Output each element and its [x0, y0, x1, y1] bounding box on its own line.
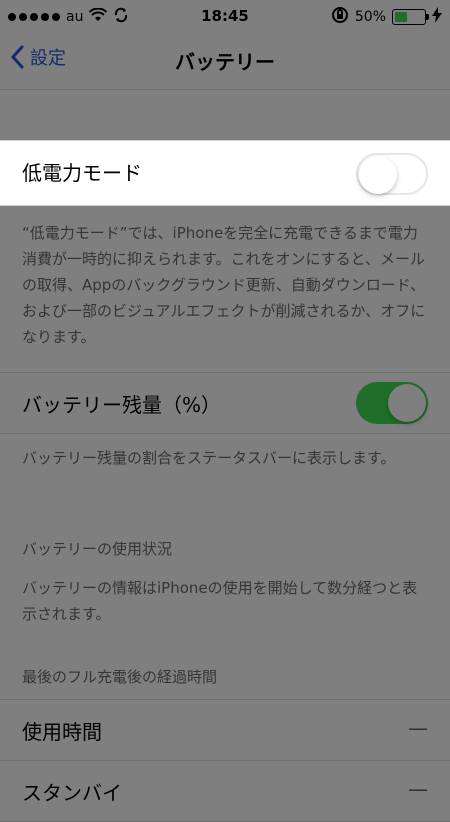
battery-icon — [392, 9, 429, 25]
standby-value: — — [408, 777, 428, 801]
usage-time-value: — — [408, 716, 428, 740]
battery-usage-header: バッテリーの使用状況 — [22, 540, 173, 558]
usage-time-row: 使用時間 — — [0, 699, 450, 761]
last-full-charge-header: 最後のフル充電後の経過時間 — [22, 668, 218, 686]
status-right: 50% — [331, 6, 442, 28]
page-title: バッテリー — [175, 50, 275, 74]
rotation-lock-icon — [331, 6, 349, 28]
low-power-mode-description: “低電力モード”では、iPhoneを完全に充電できるまで電力消費が一時的に抑えら… — [22, 224, 426, 346]
charging-icon — [432, 7, 442, 27]
battery-fill — [395, 12, 407, 22]
battery-percentage-toggle[interactable] — [356, 382, 428, 424]
low-power-mode-row[interactable]: 低電力モード — [0, 140, 450, 206]
nav-separator — [0, 89, 450, 90]
standby-row: スタンバイ — — [0, 760, 450, 822]
toggle-knob — [388, 384, 426, 422]
battery-usage-note: バッテリーの情報はiPhoneの使用を開始して数分経つと表示されます。 — [22, 579, 418, 623]
battery-percentage-description: バッテリー残量の割合をステータスバーに表示します。 — [22, 449, 396, 467]
status-bar: au 18:45 50% — [0, 0, 450, 30]
usage-time-label: 使用時間 — [22, 720, 102, 744]
standby-label: スタンバイ — [22, 781, 122, 805]
battery-percent: 50% — [354, 9, 386, 25]
navigation-bar: 設定 バッテリー — [0, 30, 450, 90]
battery-percentage-label: バッテリー残量（%） — [22, 393, 222, 417]
toggle-knob — [359, 156, 397, 194]
low-power-mode-label: 低電力モード — [22, 161, 142, 185]
battery-percentage-row[interactable]: バッテリー残量（%） — [0, 372, 450, 434]
low-power-mode-toggle[interactable] — [356, 153, 428, 195]
